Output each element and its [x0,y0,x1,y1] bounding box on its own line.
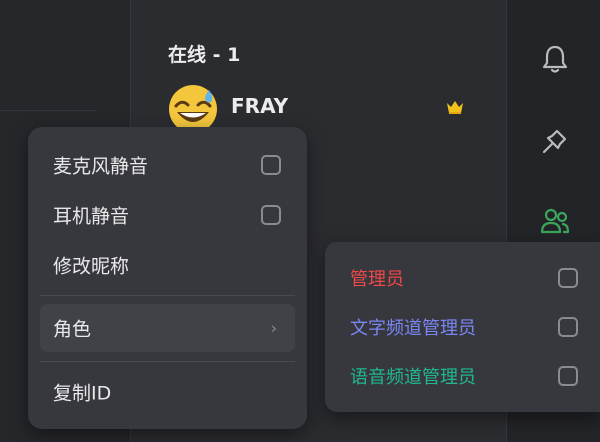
menu-item-label: 角色 [53,318,92,341]
members-icon[interactable] [538,204,572,238]
role-label: 文字频道管理员 [350,318,476,339]
role-voice-channel-admin-item[interactable]: 语音频道管理员 [337,354,592,398]
roles-submenu: 管理员 文字频道管理员 语音频道管理员 [325,242,600,412]
mute-microphone-checkbox[interactable] [261,155,281,175]
member-context-menu: 麦克风静音 耳机静音 修改昵称 角色 › 复制ID [28,127,307,429]
sidebar-divider [0,110,95,111]
role-voice-channel-admin-checkbox[interactable] [558,366,578,386]
menu-divider [40,295,295,296]
chevron-right-icon: › [270,318,277,338]
menu-divider [40,361,295,362]
menu-item-label: 耳机静音 [53,205,130,228]
menu-item-label: 修改昵称 [53,255,130,278]
change-nickname-item[interactable]: 修改昵称 [40,241,295,289]
member-name[interactable]: FRAY [231,94,288,118]
role-text-channel-admin-item[interactable]: 文字频道管理员 [337,305,592,349]
menu-item-label: 麦克风静音 [53,155,149,178]
mute-microphone-item[interactable]: 麦克风静音 [40,141,295,189]
online-members-header: 在线 - 1 [168,44,241,66]
role-label: 语音频道管理员 [350,367,476,388]
deafen-item[interactable]: 耳机静音 [40,191,295,239]
role-label: 管理员 [350,269,404,290]
crown-icon [446,99,464,115]
roles-item[interactable]: 角色 › [40,304,295,352]
copy-id-item[interactable]: 复制ID [40,368,295,416]
role-admin-checkbox[interactable] [558,268,578,288]
role-admin-item[interactable]: 管理员 [337,256,592,300]
role-text-channel-admin-checkbox[interactable] [558,317,578,337]
pin-icon[interactable] [538,124,572,158]
bell-icon[interactable] [538,42,572,76]
menu-item-label: 复制ID [53,382,112,405]
deafen-checkbox[interactable] [261,205,281,225]
